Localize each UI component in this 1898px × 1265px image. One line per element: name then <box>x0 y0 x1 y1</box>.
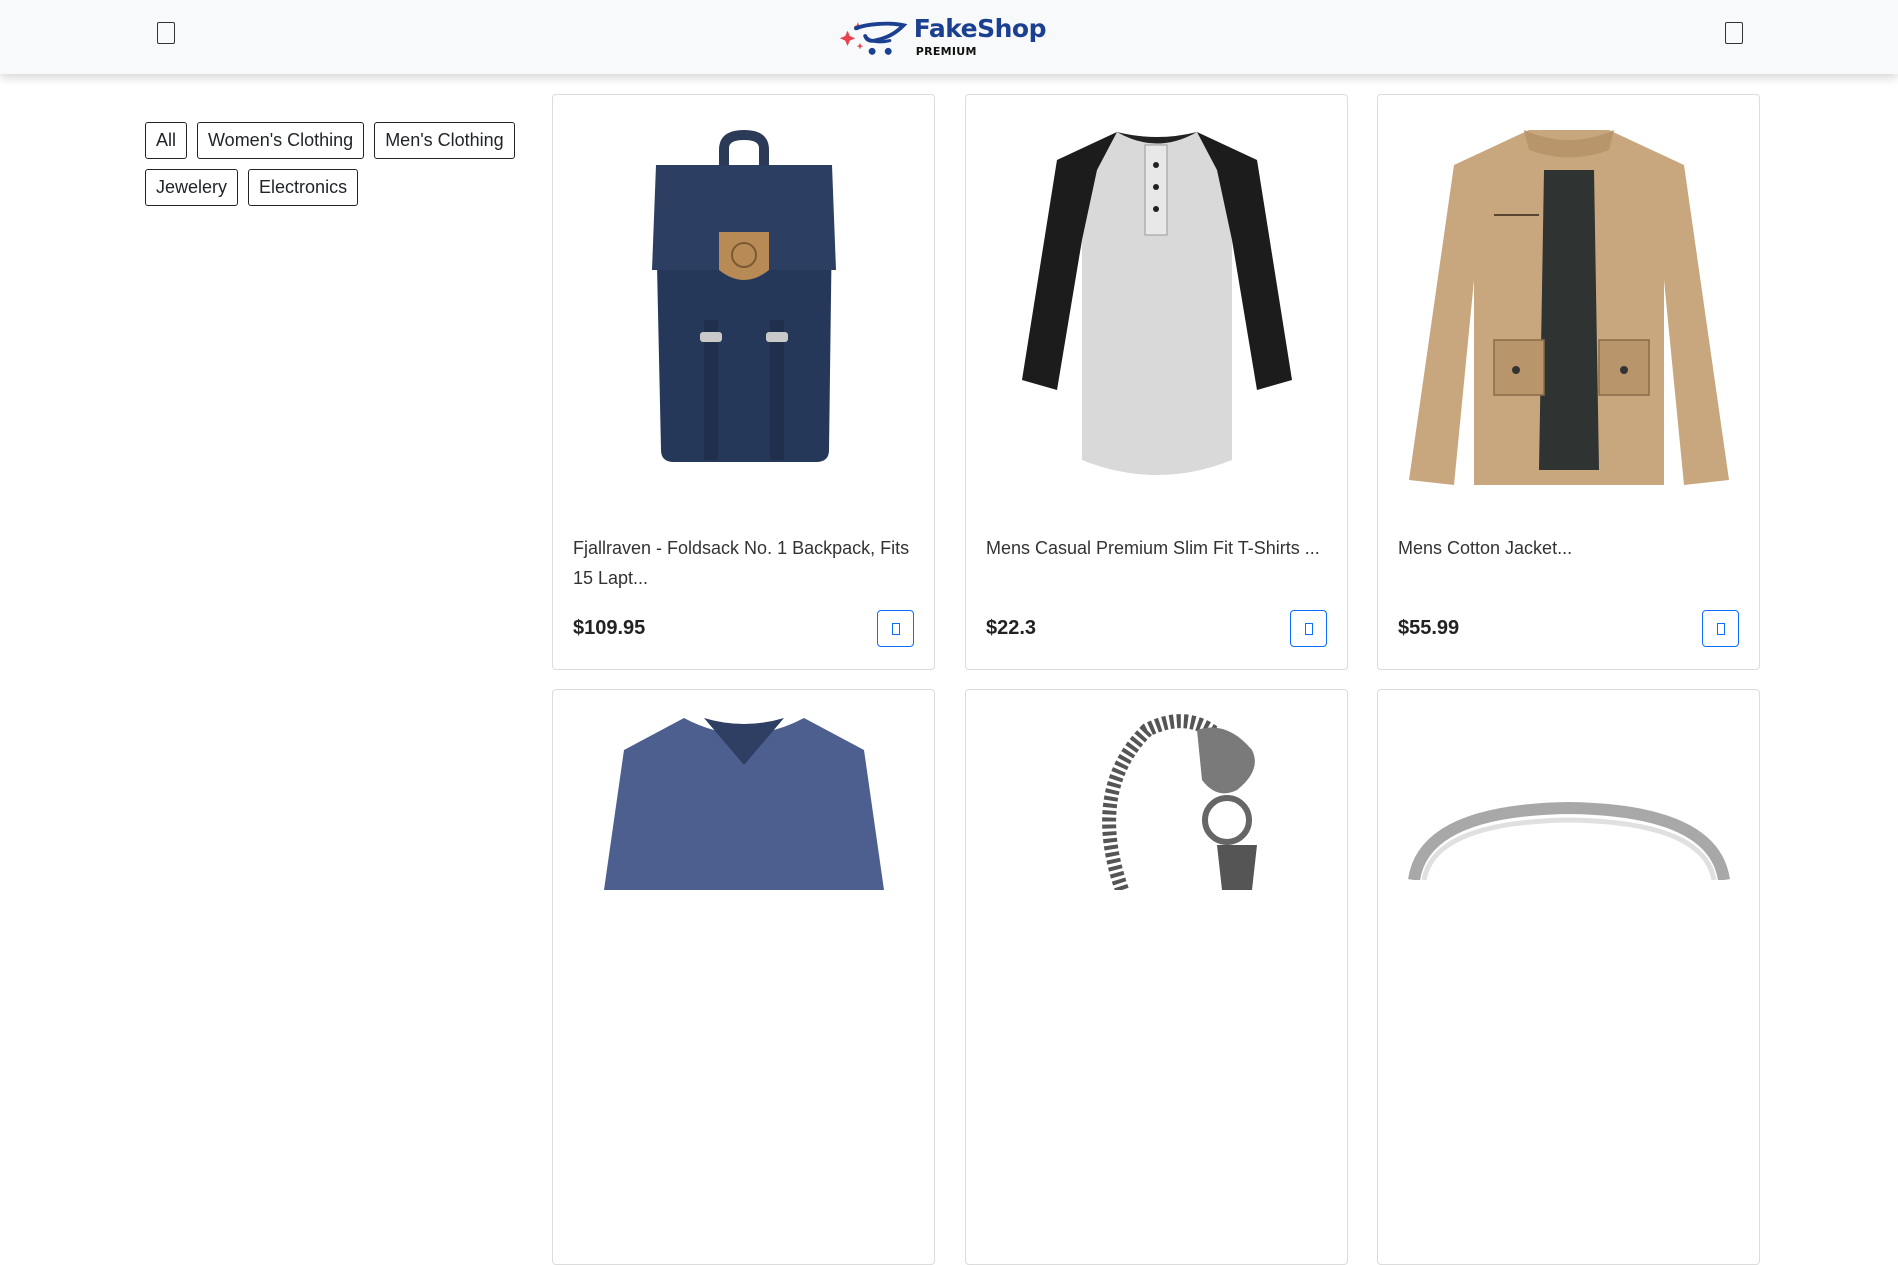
product-image-ring[interactable] <box>1378 690 1759 1110</box>
cart-icon[interactable] <box>1725 22 1743 44</box>
category-filters: All Women's Clothing Men's Clothing Jewe… <box>145 122 525 206</box>
product-price: $55.99 <box>1398 617 1460 639</box>
filter-jewelery-button[interactable]: Jewelery <box>145 169 239 206</box>
product-title[interactable]: Mens Cotton Jacket... <box>1398 533 1738 563</box>
add-to-cart-button[interactable] <box>1702 610 1739 647</box>
cart-icon <box>1716 622 1725 635</box>
menu-icon[interactable] <box>157 22 175 44</box>
product-card[interactable] <box>1377 689 1760 1265</box>
filter-mens-clothing-button[interactable]: Men's Clothing <box>374 122 515 159</box>
brand-tagline: PREMIUM <box>915 44 977 58</box>
product-card[interactable]: Mens Cotton Jacket... $55.99 <box>1377 94 1760 670</box>
filter-womens-clothing-button[interactable]: Women's Clothing <box>197 122 365 159</box>
brand-name: FakeShop <box>913 13 1047 43</box>
product-card[interactable] <box>552 689 935 1265</box>
filter-all-button[interactable]: All <box>145 122 188 159</box>
product-title[interactable]: Fjallraven - Foldsack No. 1 Backpack, Fi… <box>573 533 913 593</box>
product-image-tshirt[interactable] <box>966 95 1347 515</box>
navbar: FakeShop PREMIUM <box>0 0 1898 74</box>
product-image-bracelet[interactable] <box>966 690 1347 1110</box>
cart-icon <box>1304 622 1313 635</box>
filter-electronics-button[interactable]: Electronics <box>248 169 359 206</box>
product-card[interactable]: Mens Casual Premium Slim Fit T-Shirts ..… <box>965 94 1348 670</box>
cart-icon <box>891 622 900 635</box>
product-card[interactable]: Fjallraven - Foldsack No. 1 Backpack, Fi… <box>552 94 935 670</box>
add-to-cart-button[interactable] <box>1290 610 1327 647</box>
product-title[interactable]: Mens Casual Premium Slim Fit T-Shirts ..… <box>986 533 1326 563</box>
shopping-cart-logo-icon <box>839 21 908 55</box>
product-price: $22.3 <box>986 617 1037 639</box>
product-card[interactable] <box>965 689 1348 1265</box>
add-to-cart-button[interactable] <box>877 610 914 647</box>
product-image-jacket[interactable] <box>1378 95 1759 515</box>
product-price: $109.95 <box>573 617 646 639</box>
brand-logo[interactable]: FakeShop PREMIUM <box>836 6 1047 66</box>
product-image-backpack[interactable] <box>553 95 934 515</box>
product-image-sweater[interactable] <box>553 690 934 1110</box>
